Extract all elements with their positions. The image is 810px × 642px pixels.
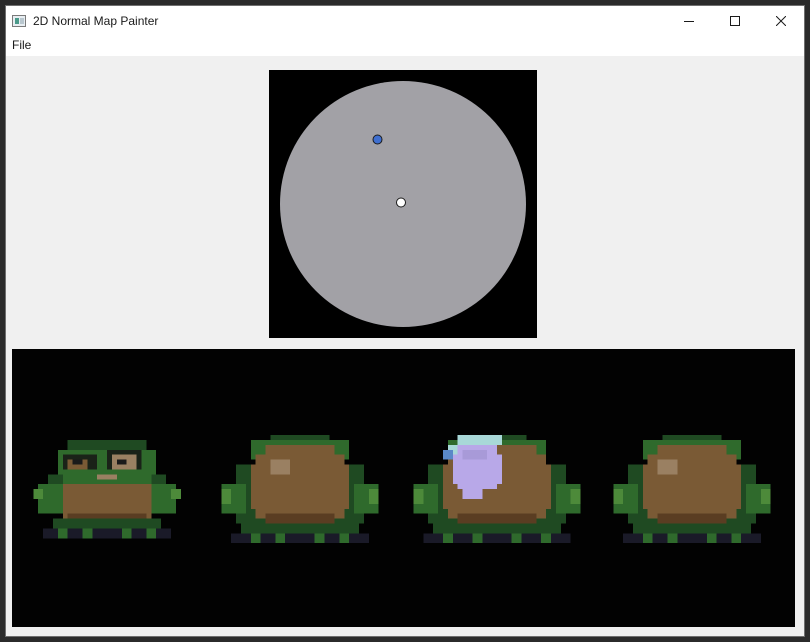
maximize-icon <box>730 15 740 26</box>
frog-shell-painted-icon <box>413 435 581 544</box>
frog-shell-icon <box>221 435 379 544</box>
app-icon <box>12 14 26 27</box>
frog-shell-icon <box>613 435 771 544</box>
menu-file[interactable]: File <box>6 35 37 56</box>
normal-direction-handle[interactable] <box>396 197 406 208</box>
frog-sprite-3[interactable] <box>412 435 582 553</box>
minimize-icon <box>684 20 694 22</box>
frog-sprite-2[interactable] <box>220 435 380 553</box>
normal-picker-canvas[interactable] <box>269 70 537 338</box>
title-bar[interactable]: 2D Normal Map Painter <box>6 6 804 35</box>
frog-face-icon <box>33 439 181 539</box>
sprite-preview-canvas[interactable] <box>12 349 795 627</box>
menu-bar: File <box>6 35 804 56</box>
frog-sprite-4[interactable] <box>612 435 772 553</box>
app-window: 2D Normal Map Painter File <box>5 5 805 637</box>
window-title: 2D Normal Map Painter <box>33 13 159 28</box>
frog-sprite-1[interactable] <box>32 435 182 553</box>
maximize-button[interactable] <box>712 6 758 35</box>
light-direction-handle[interactable] <box>372 134 383 145</box>
close-button[interactable] <box>758 6 804 35</box>
minimize-button[interactable] <box>666 6 712 35</box>
close-icon <box>776 15 786 26</box>
window-controls <box>666 6 804 35</box>
normal-sphere-icon <box>280 81 526 327</box>
